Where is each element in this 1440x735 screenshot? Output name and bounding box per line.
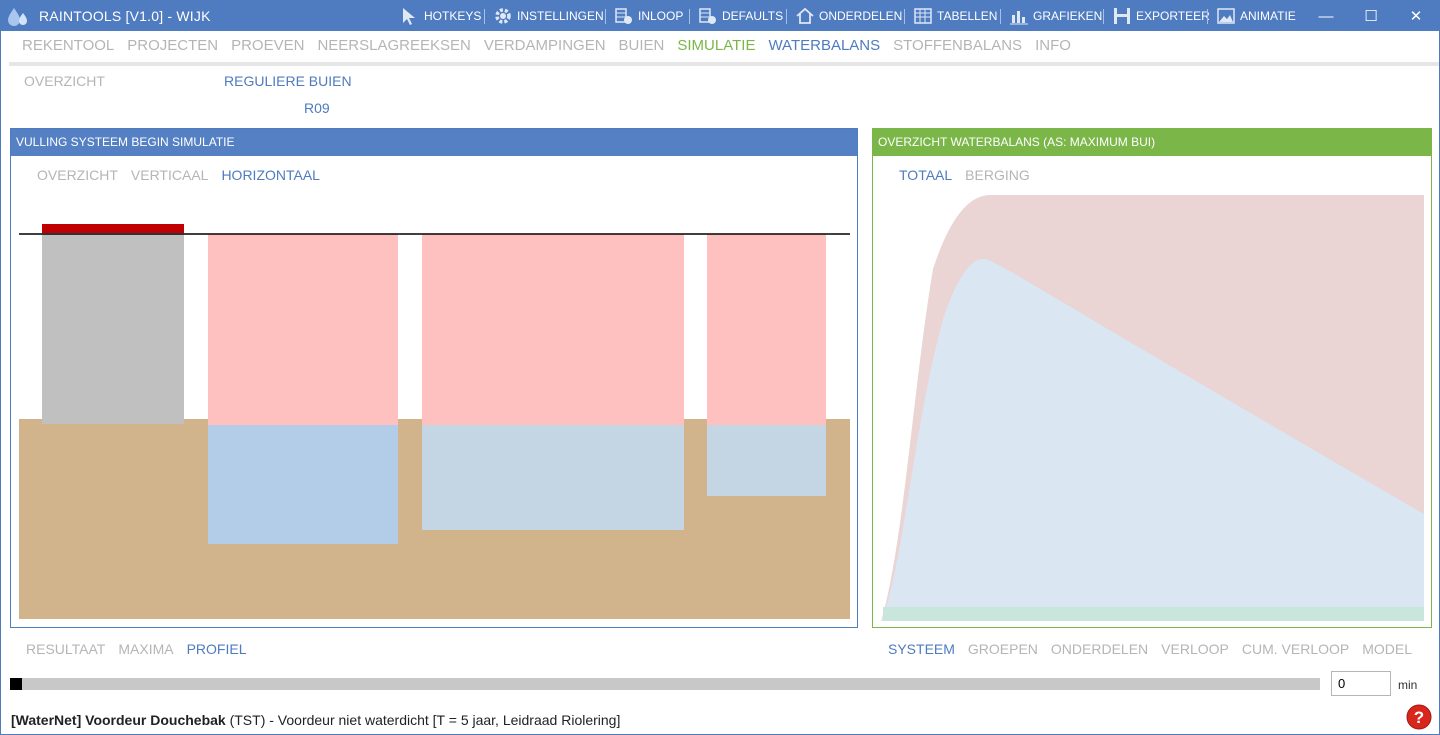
animatie-label: ANIMATIE xyxy=(1240,9,1296,23)
menu-proeven[interactable]: PROEVEN xyxy=(231,37,304,57)
menu-rekentool[interactable]: REKENTOOL xyxy=(22,37,114,57)
menu-stoffenbalans[interactable]: STOFFENBALANS xyxy=(893,37,1022,57)
waterbalans-panel: OVERZICHT WATERBALANS (AS: MAXIMUM BUI) … xyxy=(872,128,1432,628)
time-unit-label: min xyxy=(1398,678,1418,692)
menu-neerslagreeksen[interactable]: NEERSLAGREEKSEN xyxy=(317,37,470,57)
subnav-overzicht[interactable]: OVERZICHT xyxy=(24,73,105,89)
time-input[interactable] xyxy=(1331,671,1391,696)
menu-verdampingen[interactable]: VERDAMPINGEN xyxy=(484,37,606,57)
svg-text:?: ? xyxy=(1414,708,1424,727)
help-icon[interactable]: ? xyxy=(1406,704,1432,730)
grafieken-button[interactable]: GRAFIEKEN xyxy=(1009,1,1102,31)
image-icon xyxy=(1217,8,1235,24)
tabellen-button[interactable]: TABELLEN xyxy=(913,1,997,31)
toolbar-divider xyxy=(1000,9,1001,24)
tab-profiel[interactable]: PROFIEL xyxy=(187,641,247,657)
toolbar-divider xyxy=(689,9,690,24)
building-element xyxy=(42,233,184,424)
onderdelen-label: ONDERDELEN xyxy=(819,9,903,23)
storage-unit-1-water xyxy=(208,425,398,544)
inloop-button[interactable]: INLOOP xyxy=(614,1,683,31)
app-title: RAINTOOLS [V1.0] - WIJK xyxy=(39,8,211,24)
tab-groepen[interactable]: GROEPEN xyxy=(968,641,1038,657)
toolbar-divider xyxy=(1103,9,1104,24)
hotkeys-label: HOTKEYS xyxy=(424,9,482,23)
menu-buien[interactable]: BUIEN xyxy=(619,37,665,57)
storage-unit-3-empty xyxy=(707,234,826,425)
menu-projecten[interactable]: PROJECTEN xyxy=(127,37,218,57)
minimize-button[interactable]: — xyxy=(1303,1,1349,31)
instellingen-button[interactable]: INSTELLINGEN xyxy=(493,1,604,31)
app-window: RAINTOOLS [V1.0] - WIJK HOTKEYS INSTELLI… xyxy=(0,0,1440,735)
toolbar-divider xyxy=(484,9,485,24)
storage-unit-2-water xyxy=(422,425,684,530)
gear-icon xyxy=(495,8,511,24)
storage-unit-2-empty xyxy=(422,234,684,425)
bar-chart-icon xyxy=(1010,11,1028,25)
hotkeys-button[interactable]: HOTKEYS xyxy=(400,1,481,31)
house-icon xyxy=(796,7,814,24)
tab-verloop[interactable]: VERLOOP xyxy=(1161,641,1229,657)
grid-gear-icon xyxy=(699,8,716,24)
tabellen-label: TABELLEN xyxy=(937,9,998,23)
main-menu: REKENTOOL PROJECTEN PROEVEN NEERSLAGREEK… xyxy=(22,37,1084,57)
menu-divider xyxy=(9,62,1439,66)
time-slider-thumb[interactable] xyxy=(10,678,22,690)
exporteer-label: EXPORTEER xyxy=(1136,9,1210,23)
tab-systeem[interactable]: SYSTEEM xyxy=(888,641,955,657)
title-bar: RAINTOOLS [V1.0] - WIJK HOTKEYS INSTELLI… xyxy=(1,1,1439,31)
status-name: [WaterNet] Voordeur Douchebak xyxy=(11,712,226,728)
vulling-panel: VULLING SYSTEEM BEGIN SIMULATIE OVERZICH… xyxy=(10,128,858,628)
menu-info[interactable]: INFO xyxy=(1035,37,1071,57)
tab-maxima[interactable]: MAXIMA xyxy=(118,641,173,657)
toolbar-divider xyxy=(605,9,606,24)
defaults-button[interactable]: DEFAULTS xyxy=(698,1,783,31)
table-icon xyxy=(914,8,932,24)
grafieken-label: GRAFIEKEN xyxy=(1033,9,1103,23)
cursor-icon xyxy=(403,8,415,25)
instellingen-label: INSTELLINGEN xyxy=(517,9,604,23)
storage-unit-3-water xyxy=(707,425,826,496)
toolbar-divider xyxy=(786,9,787,24)
balance-tabs: SYSTEEM GROEPEN ONDERDELEN VERLOOP CUM. … xyxy=(888,641,1425,657)
storage-unit-1-empty xyxy=(208,234,398,425)
tab-model[interactable]: MODEL xyxy=(1362,641,1412,657)
result-tabs: RESULTAAT MAXIMA PROFIEL xyxy=(26,641,260,657)
inloop-label: INLOOP xyxy=(638,9,684,23)
toolbar-divider xyxy=(904,9,905,24)
menu-waterbalans[interactable]: WATERBALANS xyxy=(768,37,880,57)
raindrop-logo-icon xyxy=(8,8,27,26)
defaults-label: DEFAULTS xyxy=(722,9,784,23)
onderdelen-button[interactable]: ONDERDELEN xyxy=(795,1,902,31)
status-code: (TST) xyxy=(229,712,266,728)
close-button[interactable]: ✕ xyxy=(1393,1,1439,31)
subnav-bui-r09[interactable]: R09 xyxy=(304,100,330,116)
roof-element xyxy=(42,224,184,233)
toolbar-divider xyxy=(1207,9,1208,24)
grid-gear-icon xyxy=(615,8,632,24)
save-icon xyxy=(1114,8,1130,24)
status-line: [WaterNet] Voordeur Douchebak (TST) - Vo… xyxy=(11,712,620,728)
maximize-button[interactable]: ☐ xyxy=(1348,1,1394,31)
waterbalans-chart xyxy=(881,195,1424,621)
infiltration-area xyxy=(883,607,1424,621)
animatie-button[interactable]: ANIMATIE xyxy=(1216,1,1296,31)
exporteer-button[interactable]: EXPORTEER xyxy=(1112,1,1210,31)
tab-cum-verloop[interactable]: CUM. VERLOOP xyxy=(1242,641,1349,657)
tab-resultaat[interactable]: RESULTAAT xyxy=(26,641,105,657)
profile-diagram xyxy=(19,224,850,619)
time-slider-track[interactable] xyxy=(10,678,1320,690)
tab-onderdelen[interactable]: ONDERDELEN xyxy=(1051,641,1148,657)
subnav-reguliere-buien[interactable]: REGULIERE BUIEN xyxy=(224,73,352,89)
menu-simulatie[interactable]: SIMULATIE xyxy=(677,37,755,57)
status-description: - Voordeur niet waterdicht [T = 5 jaar, … xyxy=(269,712,621,728)
